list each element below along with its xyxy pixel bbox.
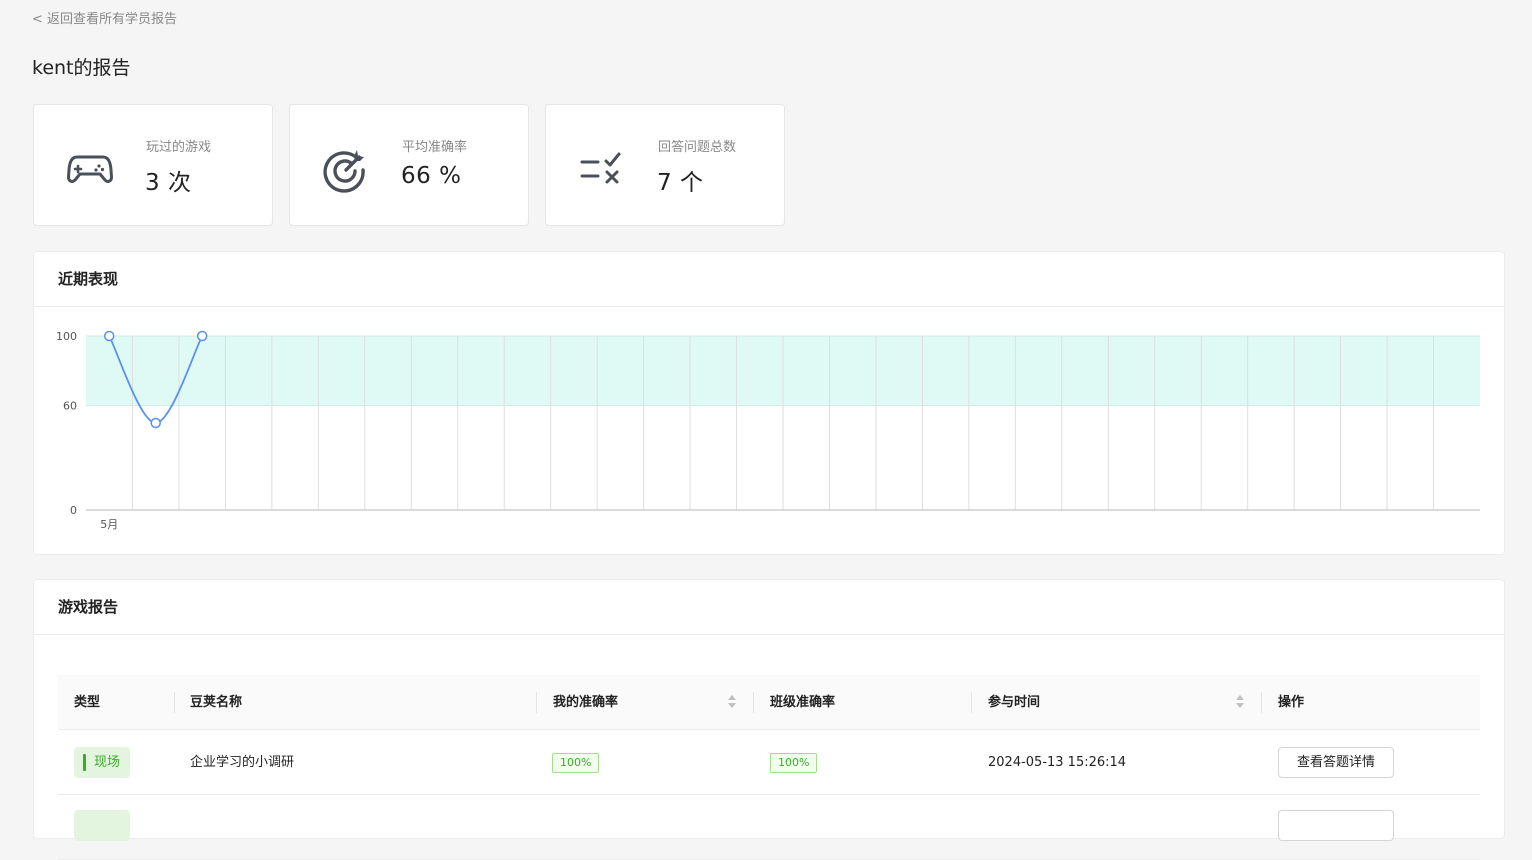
stat-value: 7 个 [657,170,704,196]
table-header: 类型 豆荚名称 我的准确率 班级准确率 参与时间 操作 [58,675,1480,730]
back-link[interactable]: < 返回查看所有学员报告 [32,8,177,27]
x-tick-label: 5月 [100,518,118,531]
game-report-panel: 游戏报告 类型 豆荚名称 我的准确率 班级准确率 参与时间 操作 现场 企业学习… [33,579,1505,860]
game-name: 企业学习的小调研 [190,755,295,770]
my-accuracy-tag: 100% [552,753,600,773]
column-header-class-accuracy: 班级准确率 [770,695,836,710]
stat-card-accuracy: 平均准确率 66 % [289,104,529,226]
table-row [58,795,1480,860]
participation-time: 2024-05-13 15:26:14 [988,755,1127,770]
recent-performance-panel: 近期表现 100 60 0 5月 [33,251,1505,555]
target-icon [323,150,365,193]
data-point [103,330,115,342]
performance-chart: 100 60 0 5月 [56,330,1480,531]
column-divider [174,692,175,713]
y-tick-label: 0 [70,504,77,517]
stat-value: 3 次 [145,170,192,196]
stat-card-questions: 回答问题总数 7 个 [545,104,785,226]
column-header-time[interactable]: 参与时间 [988,675,1040,730]
stat-label: 回答问题总数 [658,140,737,155]
column-header-my-accuracy[interactable]: 我的准确率 [553,675,618,730]
type-tag: 现场 [74,747,130,778]
gamepad-icon [67,155,113,183]
stat-label: 玩过的游戏 [146,140,212,155]
stat-card-games: 玩过的游戏 3 次 [33,104,273,226]
panel-title: 游戏报告 [34,580,1504,635]
data-point [196,330,208,342]
report-table: 类型 豆荚名称 我的准确率 班级准确率 参与时间 操作 现场 企业学习的小调研 … [58,675,1480,860]
y-tick-label: 60 [63,400,77,413]
column-header-type: 类型 [74,695,101,710]
sort-icon[interactable] [728,695,736,709]
stat-value: 66 % [401,163,462,189]
data-point [150,417,161,429]
column-divider [536,692,537,713]
column-divider [971,692,972,713]
check-cross-list-icon [580,152,621,184]
column-header-name: 豆荚名称 [190,695,243,710]
column-header-action: 操作 [1278,695,1305,710]
y-tick-label: 100 [56,330,77,343]
view-answer-details-button[interactable]: 查看答题详情 [1278,747,1394,778]
sort-icon[interactable] [1236,695,1244,709]
panel-title: 近期表现 [34,252,1504,307]
column-divider [1261,692,1262,713]
column-divider [753,692,754,713]
table-row: 现场 企业学习的小调研 100% 100% 2024-05-13 15:26:1… [58,730,1480,795]
stat-label: 平均准确率 [402,140,468,155]
class-accuracy-tag: 100% [770,753,818,773]
page-title: kent的报告 [32,57,131,79]
